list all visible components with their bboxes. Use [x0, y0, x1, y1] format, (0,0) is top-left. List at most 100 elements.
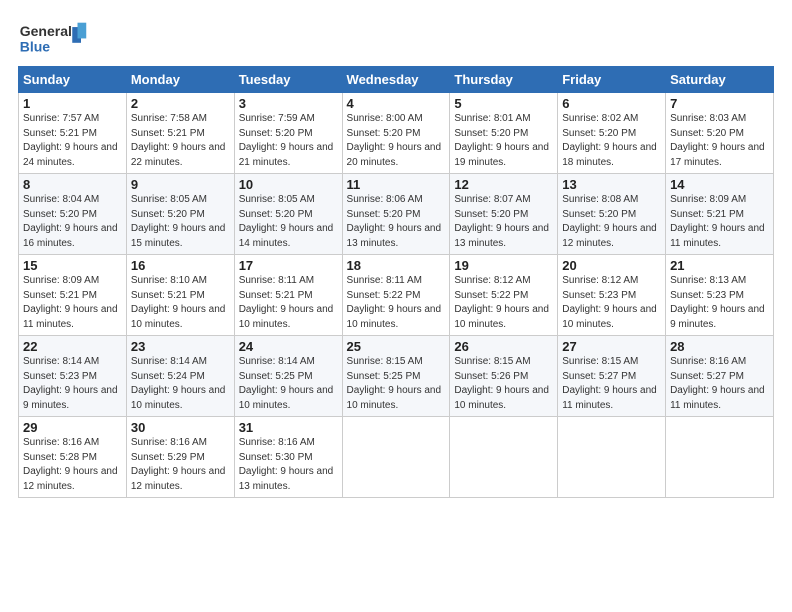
day-info: Sunrise: 8:09 AMSunset: 5:21 PMDaylight:… [670, 194, 765, 249]
day-info: Sunrise: 8:14 AMSunset: 5:23 PMDaylight:… [23, 356, 118, 411]
calendar-cell: 28 Sunrise: 8:16 AMSunset: 5:27 PMDayligh… [666, 336, 774, 417]
calendar-cell: 21 Sunrise: 8:13 AMSunset: 5:23 PMDayligh… [666, 255, 774, 336]
day-info: Sunrise: 8:14 AMSunset: 5:25 PMDaylight:… [239, 356, 334, 411]
calendar-cell: 15 Sunrise: 8:09 AMSunset: 5:21 PMDayligh… [19, 255, 127, 336]
calendar-cell: 16 Sunrise: 8:10 AMSunset: 5:21 PMDayligh… [126, 255, 234, 336]
calendar-header-tuesday: Tuesday [234, 67, 342, 93]
calendar-header-saturday: Saturday [666, 67, 774, 93]
calendar-cell: 30 Sunrise: 8:16 AMSunset: 5:29 PMDayligh… [126, 417, 234, 498]
day-info: Sunrise: 8:13 AMSunset: 5:23 PMDaylight:… [670, 275, 765, 330]
day-number: 2 [131, 96, 230, 111]
calendar-cell: 24 Sunrise: 8:14 AMSunset: 5:25 PMDayligh… [234, 336, 342, 417]
day-info: Sunrise: 8:12 AMSunset: 5:23 PMDaylight:… [562, 275, 657, 330]
day-info: Sunrise: 8:15 AMSunset: 5:27 PMDaylight:… [562, 356, 657, 411]
day-info: Sunrise: 7:58 AMSunset: 5:21 PMDaylight:… [131, 113, 226, 168]
calendar-cell: 22 Sunrise: 8:14 AMSunset: 5:23 PMDayligh… [19, 336, 127, 417]
day-info: Sunrise: 8:16 AMSunset: 5:29 PMDaylight:… [131, 437, 226, 492]
day-info: Sunrise: 8:05 AMSunset: 5:20 PMDaylight:… [239, 194, 334, 249]
calendar-cell: 13 Sunrise: 8:08 AMSunset: 5:20 PMDayligh… [558, 174, 666, 255]
calendar-cell: 20 Sunrise: 8:12 AMSunset: 5:23 PMDayligh… [558, 255, 666, 336]
calendar-cell: 10Sunrise: 8:05 AMSunset: 5:20 PMDayligh… [234, 174, 342, 255]
calendar-cell [342, 417, 450, 498]
svg-text:General: General [20, 23, 72, 39]
calendar-cell: 25Sunrise: 8:15 AMSunset: 5:25 PMDayligh… [342, 336, 450, 417]
page: General Blue SundayMondayTuesdayWednesda… [0, 0, 792, 612]
day-number: 16 [131, 258, 230, 273]
calendar-cell: 7 Sunrise: 8:03 AMSunset: 5:20 PMDaylight… [666, 93, 774, 174]
calendar-week-5: 29Sunrise: 8:16 AMSunset: 5:28 PMDayligh… [19, 417, 774, 498]
calendar-week-3: 15 Sunrise: 8:09 AMSunset: 5:21 PMDayligh… [19, 255, 774, 336]
day-number: 21 [670, 258, 769, 273]
calendar-header-thursday: Thursday [450, 67, 558, 93]
day-number: 13 [562, 177, 661, 192]
day-info: Sunrise: 8:02 AMSunset: 5:20 PMDaylight:… [562, 113, 657, 168]
calendar-cell [450, 417, 558, 498]
calendar-cell [558, 417, 666, 498]
day-info: Sunrise: 8:11 AMSunset: 5:21 PMDaylight:… [239, 275, 334, 330]
calendar-cell: 2 Sunrise: 7:58 AMSunset: 5:21 PMDaylight… [126, 93, 234, 174]
calendar-header-wednesday: Wednesday [342, 67, 450, 93]
day-info: Sunrise: 8:16 AMSunset: 5:27 PMDaylight:… [670, 356, 765, 411]
calendar-cell: 12Sunrise: 8:07 AMSunset: 5:20 PMDayligh… [450, 174, 558, 255]
day-number: 24 [239, 339, 338, 354]
logo-image: General Blue [18, 18, 88, 58]
calendar-cell: 14 Sunrise: 8:09 AMSunset: 5:21 PMDayligh… [666, 174, 774, 255]
day-number: 28 [670, 339, 769, 354]
day-number: 11 [347, 177, 446, 192]
calendar-cell: 18 Sunrise: 8:11 AMSunset: 5:22 PMDayligh… [342, 255, 450, 336]
day-info: Sunrise: 8:10 AMSunset: 5:21 PMDaylight:… [131, 275, 226, 330]
day-info: Sunrise: 8:03 AMSunset: 5:20 PMDaylight:… [670, 113, 765, 168]
day-info: Sunrise: 8:01 AMSunset: 5:20 PMDaylight:… [454, 113, 549, 168]
calendar-header-row: SundayMondayTuesdayWednesdayThursdayFrid… [19, 67, 774, 93]
day-info: Sunrise: 8:08 AMSunset: 5:20 PMDaylight:… [562, 194, 657, 249]
day-number: 22 [23, 339, 122, 354]
day-number: 15 [23, 258, 122, 273]
day-number: 18 [347, 258, 446, 273]
calendar-cell: 9 Sunrise: 8:05 AMSunset: 5:20 PMDaylight… [126, 174, 234, 255]
day-number: 26 [454, 339, 553, 354]
day-number: 3 [239, 96, 338, 111]
day-info: Sunrise: 8:16 AMSunset: 5:30 PMDaylight:… [239, 437, 334, 492]
day-number: 20 [562, 258, 661, 273]
day-info: Sunrise: 8:12 AMSunset: 5:22 PMDaylight:… [454, 275, 549, 330]
day-info: Sunrise: 8:00 AMSunset: 5:20 PMDaylight:… [347, 113, 442, 168]
day-number: 25 [347, 339, 446, 354]
calendar-week-2: 8 Sunrise: 8:04 AMSunset: 5:20 PMDaylight… [19, 174, 774, 255]
calendar-cell: 1Sunrise: 7:57 AMSunset: 5:21 PMDaylight… [19, 93, 127, 174]
day-number: 8 [23, 177, 122, 192]
day-number: 19 [454, 258, 553, 273]
day-number: 27 [562, 339, 661, 354]
day-info: Sunrise: 8:15 AMSunset: 5:26 PMDaylight:… [454, 356, 549, 411]
calendar-header-monday: Monday [126, 67, 234, 93]
calendar-header-friday: Friday [558, 67, 666, 93]
calendar-cell: 31 Sunrise: 8:16 AMSunset: 5:30 PMDayligh… [234, 417, 342, 498]
day-number: 23 [131, 339, 230, 354]
day-number: 30 [131, 420, 230, 435]
calendar-cell: 27 Sunrise: 8:15 AMSunset: 5:27 PMDayligh… [558, 336, 666, 417]
day-info: Sunrise: 8:04 AMSunset: 5:20 PMDaylight:… [23, 194, 118, 249]
day-number: 14 [670, 177, 769, 192]
calendar-cell: 5 Sunrise: 8:01 AMSunset: 5:20 PMDaylight… [450, 93, 558, 174]
svg-text:Blue: Blue [20, 39, 51, 55]
day-number: 5 [454, 96, 553, 111]
day-info: Sunrise: 7:59 AMSunset: 5:20 PMDaylight:… [239, 113, 334, 168]
day-number: 4 [347, 96, 446, 111]
calendar-cell: 8 Sunrise: 8:04 AMSunset: 5:20 PMDaylight… [19, 174, 127, 255]
day-info: Sunrise: 8:14 AMSunset: 5:24 PMDaylight:… [131, 356, 226, 411]
day-info: Sunrise: 8:05 AMSunset: 5:20 PMDaylight:… [131, 194, 226, 249]
day-info: Sunrise: 8:07 AMSunset: 5:20 PMDaylight:… [454, 194, 549, 249]
day-number: 31 [239, 420, 338, 435]
calendar-week-1: 1Sunrise: 7:57 AMSunset: 5:21 PMDaylight… [19, 93, 774, 174]
day-info: Sunrise: 8:11 AMSunset: 5:22 PMDaylight:… [347, 275, 442, 330]
calendar-cell: 17 Sunrise: 8:11 AMSunset: 5:21 PMDayligh… [234, 255, 342, 336]
calendar-cell: 26 Sunrise: 8:15 AMSunset: 5:26 PMDayligh… [450, 336, 558, 417]
day-number: 6 [562, 96, 661, 111]
calendar-cell: 19 Sunrise: 8:12 AMSunset: 5:22 PMDayligh… [450, 255, 558, 336]
day-number: 9 [131, 177, 230, 192]
header: General Blue [18, 18, 774, 58]
day-info: Sunrise: 8:09 AMSunset: 5:21 PMDaylight:… [23, 275, 118, 330]
calendar-cell: 6 Sunrise: 8:02 AMSunset: 5:20 PMDaylight… [558, 93, 666, 174]
day-number: 7 [670, 96, 769, 111]
calendar-cell [666, 417, 774, 498]
day-number: 17 [239, 258, 338, 273]
